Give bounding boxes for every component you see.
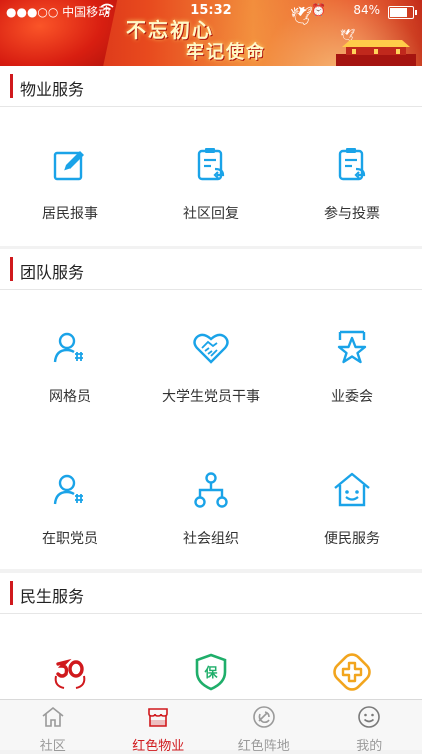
document-reply-icon <box>191 145 231 185</box>
heart-handshake-icon <box>191 328 231 368</box>
tab-red-front[interactable]: 红色阵地 <box>211 700 317 750</box>
section-title: 民生服务 <box>20 583 84 607</box>
service-label: 参与投票 <box>282 203 422 223</box>
service-item-working-party-member[interactable]: 在职党员 <box>0 470 140 548</box>
service-item-student-party-member[interactable]: 大学生党员干事 <box>141 328 281 406</box>
banner-slogan-line2: 牢记使命 <box>186 38 266 64</box>
service-label: 业委会 <box>282 386 422 406</box>
smile-icon <box>357 705 381 729</box>
section-accent-bar <box>10 581 13 605</box>
service-item-vote[interactable]: 参与投票 <box>282 145 422 223</box>
home-icon <box>41 705 65 729</box>
service-label: 在职党员 <box>0 528 140 548</box>
service-item-convenience-service[interactable]: 便民服务 <box>282 470 422 548</box>
insurance-shield-icon: 保 <box>191 652 231 692</box>
section-header: 团队服务 <box>0 249 422 290</box>
tab-label: 我的 <box>317 735 422 754</box>
service-item-grid-member[interactable]: 网格员 <box>0 328 140 406</box>
header-banner: 🕊 🕊 ●●●○○ 中国移动 15:32 ➤ ⏰ 84% 不忘初心 牢记使命 <box>0 0 422 66</box>
status-icons: ➤ ⏰ <box>297 3 326 17</box>
tab-community[interactable]: 社区 <box>0 700 106 750</box>
party-emblem-icon <box>252 705 276 729</box>
service-item-resident-report[interactable]: 居民报事 <box>0 145 140 223</box>
section-title: 物业服务 <box>20 76 84 100</box>
section-team-services: 团队服务 网格员 大学生党员干事 业委会 <box>0 249 422 569</box>
section-accent-bar <box>10 74 13 98</box>
svg-text:保: 保 <box>203 665 218 681</box>
section-accent-bar <box>10 257 13 281</box>
person-grid-icon <box>50 328 90 368</box>
service-label: 大学生党员干事 <box>141 386 281 406</box>
service-label: 社会组织 <box>141 528 281 548</box>
battery-percent: 84% <box>353 3 380 17</box>
location-icon: ➤ <box>297 3 307 17</box>
section-title: 团队服务 <box>20 259 84 283</box>
tab-label: 红色物业 <box>106 735 212 754</box>
battery-icon <box>388 6 414 19</box>
tab-red-property[interactable]: 红色物业 <box>106 700 212 750</box>
tab-label: 社区 <box>0 735 106 754</box>
service-label: 网格员 <box>0 386 140 406</box>
pension-icon <box>50 652 90 692</box>
service-item-community-reply[interactable]: 社区回复 <box>141 145 281 223</box>
service-label: 居民报事 <box>0 203 140 223</box>
person-grid-icon <box>50 470 90 510</box>
store-icon <box>146 705 170 729</box>
tab-label: 红色阵地 <box>211 735 317 754</box>
medical-cross-icon <box>332 652 372 692</box>
alarm-icon: ⏰ <box>311 3 326 17</box>
home-smile-icon <box>332 470 372 510</box>
edit-icon <box>50 145 90 185</box>
service-label: 便民服务 <box>282 528 422 548</box>
section-property-services: 物业服务 居民报事 社区回复 <box>0 66 422 246</box>
section-livelihood-services: 民生服务 保 <box>0 573 422 703</box>
section-header: 物业服务 <box>0 66 422 107</box>
document-vote-icon <box>332 145 372 185</box>
service-label: 社区回复 <box>141 203 281 223</box>
service-item-owners-committee[interactable]: 业委会 <box>282 328 422 406</box>
organization-icon <box>191 470 231 510</box>
tab-mine[interactable]: 我的 <box>317 700 422 750</box>
tiananmen-graphic <box>336 36 416 66</box>
bottom-tab-bar: 社区 红色物业 红色阵地 我的 <box>0 699 422 750</box>
star-badge-icon <box>332 328 372 368</box>
section-header: 民生服务 <box>0 573 422 614</box>
service-item-social-organization[interactable]: 社会组织 <box>141 470 281 548</box>
